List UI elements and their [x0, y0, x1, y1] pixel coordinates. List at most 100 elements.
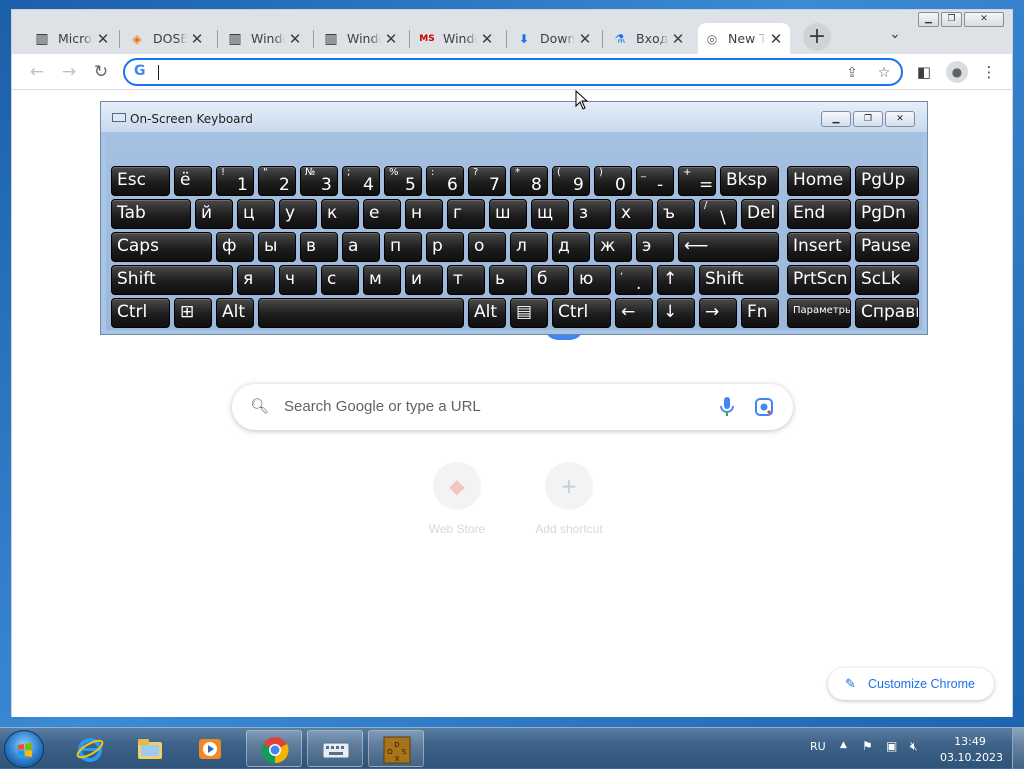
key-3-6[interactable]: т — [447, 265, 485, 295]
tab-1[interactable]: ▥ Microsoft✕ — [28, 23, 117, 54]
key-1-5[interactable]: е — [363, 199, 401, 229]
key-0-1[interactable]: ё — [174, 166, 212, 196]
key-2-6[interactable]: р — [426, 232, 464, 262]
key-1-9[interactable]: щ — [531, 199, 569, 229]
bookmark-star-icon[interactable]: ☆ — [873, 62, 895, 84]
key-2-2[interactable]: ы — [258, 232, 296, 262]
key-0-15[interactable]: Home — [787, 166, 851, 196]
osk-minimize-button[interactable]: ▁ — [821, 111, 851, 127]
key-0-4[interactable]: № 3 — [300, 166, 338, 196]
close-tab-icon[interactable]: ✕ — [287, 30, 303, 48]
key-0-13[interactable]: + = — [678, 166, 716, 196]
key-2-14[interactable]: Pause — [855, 232, 919, 262]
tab-4[interactable]: ▥ Windows✕ — [317, 23, 405, 54]
show-hidden-icons-chevron-icon[interactable]: ▲ — [840, 740, 847, 750]
menu-kebab-icon[interactable]: ⋮ — [977, 60, 1001, 84]
close-tab-icon[interactable]: ✕ — [95, 30, 111, 48]
tab-search-chevron-icon[interactable]: ⌄ — [884, 26, 906, 48]
key-4-2[interactable]: Alt — [216, 298, 254, 328]
key-1-8[interactable]: ш — [489, 199, 527, 229]
key-2-3[interactable]: в — [300, 232, 338, 262]
key-4-9[interactable]: → — [699, 298, 737, 328]
key-1-6[interactable]: н — [405, 199, 443, 229]
key-0-5[interactable]: ; 4 — [342, 166, 380, 196]
key-2-12[interactable]: ⟵ — [678, 232, 779, 262]
key-1-15[interactable]: End — [787, 199, 851, 229]
taskbar-app-dosbox[interactable]: DO SX — [368, 730, 424, 767]
key-2-0[interactable]: Caps — [111, 232, 212, 262]
key-3-13[interactable]: PrtScn — [787, 265, 851, 295]
key-0-11[interactable]: ) 0 — [594, 166, 632, 196]
key-0-0[interactable]: Esc — [111, 166, 170, 196]
key-2-1[interactable]: ф — [216, 232, 254, 262]
key-3-4[interactable]: м — [363, 265, 401, 295]
key-3-14[interactable]: ScLk — [855, 265, 919, 295]
ntp-search-box[interactable]: 🔍︎ Search Google or type a URL — [232, 384, 793, 430]
key-4-1[interactable]: ⊞ — [174, 298, 212, 328]
key-3-11[interactable]: ↑ — [657, 265, 695, 295]
key-4-11[interactable]: Параметры — [787, 298, 851, 328]
new-tab-button[interactable]: + — [803, 23, 831, 51]
key-1-10[interactable]: з — [573, 199, 611, 229]
key-4-10[interactable]: Fn — [741, 298, 779, 328]
close-tab-icon[interactable]: ✕ — [670, 30, 686, 48]
key-4-8[interactable]: ↓ — [657, 298, 695, 328]
key-2-4[interactable]: а — [342, 232, 380, 262]
key-0-9[interactable]: * 8 — [510, 166, 548, 196]
close-tab-icon[interactable]: ✕ — [479, 30, 495, 48]
close-tab-icon[interactable]: ✕ — [768, 30, 784, 48]
key-4-6[interactable]: Ctrl — [552, 298, 611, 328]
key-2-9[interactable]: д — [552, 232, 590, 262]
tab-5[interactable]: MS Windows✕ — [413, 23, 501, 54]
share-icon[interactable]: ⇪ — [841, 62, 863, 84]
key-1-2[interactable]: ц — [237, 199, 275, 229]
start-button[interactable] — [4, 730, 44, 768]
key-3-2[interactable]: ч — [279, 265, 317, 295]
key-0-10[interactable]: (9 — [552, 166, 590, 196]
key-0-12[interactable]: _ - — [636, 166, 674, 196]
key-0-8[interactable]: ? 7 — [468, 166, 506, 196]
key-3-0[interactable]: Shift — [111, 265, 233, 295]
close-tab-icon[interactable]: ✕ — [189, 30, 205, 48]
close-tab-icon[interactable]: ✕ — [383, 30, 399, 48]
key-2-11[interactable]: э — [636, 232, 674, 262]
taskbar-app-ie[interactable] — [62, 730, 118, 767]
key-4-5[interactable]: ▤ — [510, 298, 548, 328]
key-0-7[interactable]: :6 — [426, 166, 464, 196]
action-center-flag-icon[interactable]: ⚑ — [862, 739, 873, 753]
key-1-0[interactable]: Tab — [111, 199, 191, 229]
osk-close-button[interactable]: ✕ — [885, 111, 915, 127]
osk-title-bar[interactable]: On-Screen Keyboard ▁ ❐ ✕ — [101, 102, 927, 132]
show-desktop-button[interactable] — [1012, 728, 1024, 769]
close-window-button[interactable]: ✕ — [964, 12, 1004, 27]
profile-avatar-icon[interactable]: ● — [946, 61, 968, 83]
shortcut-web-store[interactable]: ◆ Web Store — [407, 462, 507, 552]
tab-8[interactable]: ◎ New Tab✕ — [698, 23, 790, 54]
key-1-1[interactable]: й — [195, 199, 233, 229]
taskbar-app-media-player[interactable] — [182, 730, 238, 767]
key-1-11[interactable]: х — [615, 199, 653, 229]
key-4-12[interactable]: Справка — [855, 298, 919, 328]
key-0-6[interactable]: % 5 — [384, 166, 422, 196]
minimize-button[interactable]: ▁ — [918, 12, 939, 27]
key-1-3[interactable]: у — [279, 199, 317, 229]
key-1-13[interactable]: / \ — [699, 199, 737, 229]
key-2-7[interactable]: о — [468, 232, 506, 262]
customize-chrome-button[interactable]: ✎ Customize Chrome — [828, 668, 994, 700]
address-bar[interactable]: G ⇪ ☆ — [123, 58, 903, 86]
key-1-12[interactable]: ъ — [657, 199, 695, 229]
microphone-icon[interactable] — [719, 396, 735, 418]
key-4-7[interactable]: ← — [615, 298, 653, 328]
key-2-5[interactable]: п — [384, 232, 422, 262]
key-3-12[interactable]: Shift — [699, 265, 779, 295]
volume-muted-icon[interactable]: 🔇︎ — [910, 739, 918, 754]
key-1-4[interactable]: к — [321, 199, 359, 229]
network-icon[interactable]: ▣ — [886, 739, 897, 753]
tab-2[interactable]: ◈ DOSBox✕ — [123, 23, 211, 54]
shortcut-add[interactable]: + Add shortcut — [519, 462, 619, 552]
key-2-13[interactable]: Insert — [787, 232, 851, 262]
key-0-3[interactable]: " 2 — [258, 166, 296, 196]
side-panel-icon[interactable]: ◧ — [912, 60, 936, 84]
close-tab-icon[interactable]: ✕ — [577, 30, 593, 48]
taskbar-app-explorer[interactable] — [122, 730, 178, 767]
